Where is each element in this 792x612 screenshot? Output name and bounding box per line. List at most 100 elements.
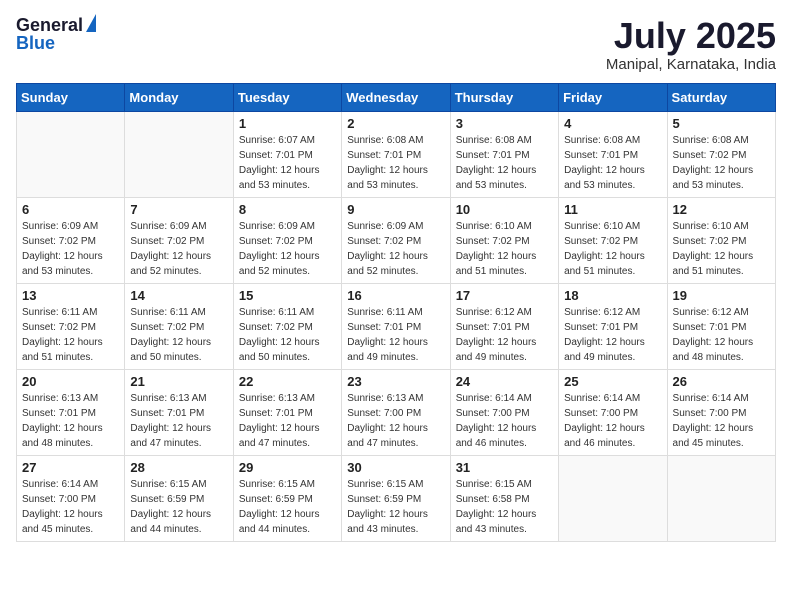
calendar-cell: [559, 455, 667, 541]
day-detail: Sunrise: 6:08 AM Sunset: 7:01 PM Dayligh…: [347, 133, 444, 193]
day-detail: Sunrise: 6:15 AM Sunset: 6:58 PM Dayligh…: [456, 477, 553, 537]
day-number: 24: [456, 374, 553, 389]
day-detail: Sunrise: 6:08 AM Sunset: 7:01 PM Dayligh…: [564, 133, 661, 193]
day-detail: Sunrise: 6:08 AM Sunset: 7:02 PM Dayligh…: [673, 133, 770, 193]
day-number: 31: [456, 460, 553, 475]
day-detail: Sunrise: 6:10 AM Sunset: 7:02 PM Dayligh…: [564, 219, 661, 279]
day-number: 4: [564, 116, 661, 131]
day-number: 8: [239, 202, 336, 217]
calendar-cell: 18 Sunrise: 6:12 AM Sunset: 7:01 PM Dayli…: [559, 283, 667, 369]
calendar-cell: 1 Sunrise: 6:07 AM Sunset: 7:01 PM Daylig…: [233, 111, 341, 197]
calendar-cell: 24Sunrise: 6:14 AM Sunset: 7:00 PM Dayli…: [450, 369, 558, 455]
day-number: 6: [22, 202, 119, 217]
day-number: 19: [673, 288, 770, 303]
month-year-title: July 2025: [606, 16, 776, 56]
day-number: 3: [456, 116, 553, 131]
calendar-cell: 27Sunrise: 6:14 AM Sunset: 7:00 PM Dayli…: [17, 455, 125, 541]
day-detail: Sunrise: 6:13 AM Sunset: 7:00 PM Dayligh…: [347, 391, 444, 451]
calendar-cell: 29 Sunrise: 6:15 AM Sunset: 6:59 PM Dayli…: [233, 455, 341, 541]
day-detail: Sunrise: 6:14 AM Sunset: 7:00 PM Dayligh…: [673, 391, 770, 451]
weekday-row: SundayMondayTuesdayWednesdayThursdayFrid…: [17, 83, 776, 111]
calendar-cell: [667, 455, 775, 541]
day-number: 12: [673, 202, 770, 217]
location-text: Manipal, Karnataka, India: [606, 56, 776, 73]
day-detail: Sunrise: 6:13 AM Sunset: 7:01 PM Dayligh…: [239, 391, 336, 451]
day-detail: Sunrise: 6:09 AM Sunset: 7:02 PM Dayligh…: [239, 219, 336, 279]
weekday-header-monday: Monday: [125, 83, 233, 111]
calendar-cell: 7Sunrise: 6:09 AM Sunset: 7:02 PM Daylig…: [125, 197, 233, 283]
day-detail: Sunrise: 6:13 AM Sunset: 7:01 PM Dayligh…: [130, 391, 227, 451]
day-detail: Sunrise: 6:08 AM Sunset: 7:01 PM Dayligh…: [456, 133, 553, 193]
day-number: 20: [22, 374, 119, 389]
day-detail: Sunrise: 6:09 AM Sunset: 7:02 PM Dayligh…: [347, 219, 444, 279]
logo-general-text: General: [16, 16, 83, 34]
calendar-cell: 31 Sunrise: 6:15 AM Sunset: 6:58 PM Dayli…: [450, 455, 558, 541]
calendar-cell: 22 Sunrise: 6:13 AM Sunset: 7:01 PM Dayli…: [233, 369, 341, 455]
day-detail: Sunrise: 6:15 AM Sunset: 6:59 PM Dayligh…: [130, 477, 227, 537]
calendar-cell: 4 Sunrise: 6:08 AM Sunset: 7:01 PM Daylig…: [559, 111, 667, 197]
calendar-cell: 19Sunrise: 6:12 AM Sunset: 7:01 PM Dayli…: [667, 283, 775, 369]
day-detail: Sunrise: 6:15 AM Sunset: 6:59 PM Dayligh…: [347, 477, 444, 537]
calendar-cell: 15Sunrise: 6:11 AM Sunset: 7:02 PM Dayli…: [233, 283, 341, 369]
calendar-cell: 26 Sunrise: 6:14 AM Sunset: 7:00 PM Dayli…: [667, 369, 775, 455]
day-detail: Sunrise: 6:12 AM Sunset: 7:01 PM Dayligh…: [564, 305, 661, 365]
day-number: 23: [347, 374, 444, 389]
day-detail: Sunrise: 6:09 AM Sunset: 7:02 PM Dayligh…: [22, 219, 119, 279]
day-number: 13: [22, 288, 119, 303]
calendar-cell: 12 Sunrise: 6:10 AM Sunset: 7:02 PM Dayli…: [667, 197, 775, 283]
day-detail: Sunrise: 6:15 AM Sunset: 6:59 PM Dayligh…: [239, 477, 336, 537]
calendar-cell: 5 Sunrise: 6:08 AM Sunset: 7:02 PM Daylig…: [667, 111, 775, 197]
calendar-cell: 11 Sunrise: 6:10 AM Sunset: 7:02 PM Dayli…: [559, 197, 667, 283]
day-number: 21: [130, 374, 227, 389]
calendar-header: SundayMondayTuesdayWednesdayThursdayFrid…: [17, 83, 776, 111]
day-detail: Sunrise: 6:11 AM Sunset: 7:01 PM Dayligh…: [347, 305, 444, 365]
day-detail: Sunrise: 6:14 AM Sunset: 7:00 PM Dayligh…: [564, 391, 661, 451]
week-row-1: 1 Sunrise: 6:07 AM Sunset: 7:01 PM Daylig…: [17, 111, 776, 197]
calendar-cell: 10 Sunrise: 6:10 AM Sunset: 7:02 PM Dayli…: [450, 197, 558, 283]
calendar-cell: 20 Sunrise: 6:13 AM Sunset: 7:01 PM Dayli…: [17, 369, 125, 455]
calendar-cell: 13Sunrise: 6:11 AM Sunset: 7:02 PM Dayli…: [17, 283, 125, 369]
day-detail: Sunrise: 6:11 AM Sunset: 7:02 PM Dayligh…: [130, 305, 227, 365]
day-detail: Sunrise: 6:12 AM Sunset: 7:01 PM Dayligh…: [456, 305, 553, 365]
calendar-cell: 3 Sunrise: 6:08 AM Sunset: 7:01 PM Daylig…: [450, 111, 558, 197]
day-number: 11: [564, 202, 661, 217]
day-number: 1: [239, 116, 336, 131]
day-detail: Sunrise: 6:09 AM Sunset: 7:02 PM Dayligh…: [130, 219, 227, 279]
calendar-cell: 25Sunrise: 6:14 AM Sunset: 7:00 PM Dayli…: [559, 369, 667, 455]
page-header: General Blue July 2025 Manipal, Karnatak…: [16, 16, 776, 73]
logo-blue-text: Blue: [16, 34, 55, 52]
day-number: 29: [239, 460, 336, 475]
logo: General Blue: [16, 16, 96, 52]
title-section: July 2025 Manipal, Karnataka, India: [606, 16, 776, 73]
day-number: 27: [22, 460, 119, 475]
calendar-cell: [17, 111, 125, 197]
day-number: 22: [239, 374, 336, 389]
logo-triangle-icon: [86, 14, 96, 32]
week-row-5: 27Sunrise: 6:14 AM Sunset: 7:00 PM Dayli…: [17, 455, 776, 541]
day-detail: Sunrise: 6:10 AM Sunset: 7:02 PM Dayligh…: [673, 219, 770, 279]
calendar-cell: 17 Sunrise: 6:12 AM Sunset: 7:01 PM Dayli…: [450, 283, 558, 369]
day-detail: Sunrise: 6:07 AM Sunset: 7:01 PM Dayligh…: [239, 133, 336, 193]
day-detail: Sunrise: 6:13 AM Sunset: 7:01 PM Dayligh…: [22, 391, 119, 451]
day-number: 10: [456, 202, 553, 217]
day-detail: Sunrise: 6:10 AM Sunset: 7:02 PM Dayligh…: [456, 219, 553, 279]
day-number: 28: [130, 460, 227, 475]
calendar-cell: 30Sunrise: 6:15 AM Sunset: 6:59 PM Dayli…: [342, 455, 450, 541]
day-number: 16: [347, 288, 444, 303]
calendar-cell: 2 Sunrise: 6:08 AM Sunset: 7:01 PM Daylig…: [342, 111, 450, 197]
day-number: 18: [564, 288, 661, 303]
day-number: 2: [347, 116, 444, 131]
day-number: 17: [456, 288, 553, 303]
day-number: 15: [239, 288, 336, 303]
day-number: 14: [130, 288, 227, 303]
weekday-header-tuesday: Tuesday: [233, 83, 341, 111]
day-number: 5: [673, 116, 770, 131]
day-number: 9: [347, 202, 444, 217]
calendar-body: 1 Sunrise: 6:07 AM Sunset: 7:01 PM Daylig…: [17, 111, 776, 541]
weekday-header-saturday: Saturday: [667, 83, 775, 111]
weekday-header-wednesday: Wednesday: [342, 83, 450, 111]
weekday-header-friday: Friday: [559, 83, 667, 111]
weekday-header-thursday: Thursday: [450, 83, 558, 111]
day-number: 26: [673, 374, 770, 389]
calendar-cell: 9 Sunrise: 6:09 AM Sunset: 7:02 PM Daylig…: [342, 197, 450, 283]
